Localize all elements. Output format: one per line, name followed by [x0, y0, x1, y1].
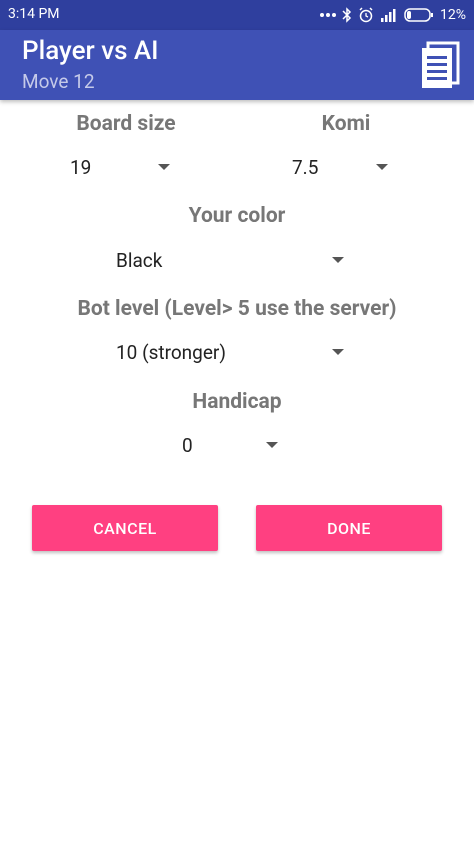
dropdown-arrow-icon: [332, 349, 344, 355]
handicap-spinner[interactable]: 0: [182, 425, 278, 465]
alarm-icon: [358, 7, 374, 23]
page-title: Player vs AI: [22, 36, 159, 66]
dropdown-arrow-icon: [266, 442, 278, 448]
komi-spinner[interactable]: 7.5: [292, 147, 388, 187]
dropdown-arrow-icon: [376, 164, 388, 170]
signal-icon: [380, 8, 398, 22]
status-bar: 3:14 PM 12%: [0, 0, 474, 30]
komi-label: Komi: [321, 112, 371, 136]
bot-level-value: 10 (stronger): [116, 340, 226, 364]
bot-level-spinner[interactable]: 10 (stronger): [116, 332, 344, 372]
status-icons: 12%: [320, 5, 466, 25]
board-size-value: 19: [70, 155, 92, 179]
battery-icon: [404, 8, 434, 22]
cancel-button[interactable]: CANCEL: [32, 505, 218, 551]
move-counter: Move 12: [22, 70, 95, 93]
done-button[interactable]: DONE: [256, 505, 442, 551]
dropdown-arrow-icon: [158, 164, 170, 170]
board-size-spinner[interactable]: 19: [70, 147, 170, 187]
app-bar: Player vs AI Move 12: [0, 30, 474, 100]
battery-percent: 12%: [440, 7, 466, 23]
more-dots-icon: [320, 12, 336, 18]
dropdown-arrow-icon: [332, 257, 344, 263]
notes-button[interactable]: [420, 41, 460, 89]
bot-level-label: Bot level (Level> 5 use the server): [77, 297, 397, 321]
status-time: 3:14 PM: [8, 6, 60, 22]
your-color-label: Your color: [188, 204, 286, 228]
color-value: Black: [116, 248, 163, 272]
color-spinner[interactable]: Black: [116, 240, 344, 280]
notes-icon: [422, 41, 460, 88]
komi-value: 7.5: [292, 155, 319, 179]
bluetooth-icon: [342, 7, 352, 23]
handicap-label: Handicap: [192, 390, 282, 414]
handicap-value: 0: [182, 433, 193, 457]
board-size-label: Board size: [76, 112, 176, 136]
